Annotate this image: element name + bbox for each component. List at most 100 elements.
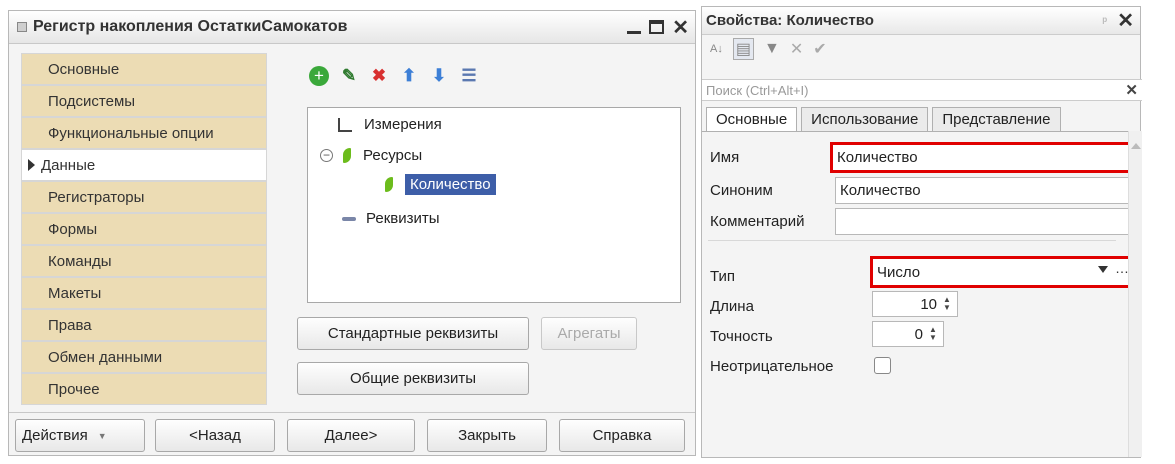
precision-stepper[interactable]: 0 ▲ ▼ (872, 321, 944, 347)
type-select[interactable]: Число … (870, 256, 1137, 288)
cancel-icon[interactable]: ✕ (790, 39, 803, 59)
close-icon[interactable]: ✕ (672, 15, 689, 40)
actions-label: Действия (22, 427, 88, 444)
move-down-icon[interactable]: ⬇ (429, 66, 449, 86)
tree-row-dimensions[interactable]: Измерения (338, 116, 442, 133)
nav-label: Обмен данными (48, 348, 163, 366)
length-label: Длина (710, 298, 754, 315)
search-placeholder: Поиск (Ctrl+Alt+I) (706, 82, 809, 98)
delete-icon[interactable]: ✖ (369, 66, 389, 86)
actions-button[interactable]: Действия ▼ (15, 419, 145, 452)
chevron-down-icon: ▼ (97, 430, 107, 441)
nav-item-data-exchange[interactable]: Обмен данными (21, 341, 267, 373)
common-attributes-button[interactable]: Общие реквизиты (297, 362, 529, 395)
tab-presentation[interactable]: Представление (932, 107, 1061, 131)
nav-item-layouts[interactable]: Макеты (21, 277, 267, 309)
nav-label: Права (48, 316, 92, 334)
comment-field[interactable] (835, 208, 1137, 235)
data-tree: Измерения − Ресурсы Количество Реквизиты (307, 107, 681, 303)
length-stepper[interactable]: 10 ▲ ▼ (872, 291, 958, 317)
tree-row-resources[interactable]: − Ресурсы (320, 147, 422, 164)
nav-item-registrators[interactable]: Регистраторы (21, 181, 267, 213)
nav-label: Команды (48, 252, 112, 270)
nav-item-subsystems[interactable]: Подсистемы (21, 85, 267, 117)
current-arrow-icon (28, 159, 35, 171)
register-window: Регистр накопления ОстаткиСамокатов ✕ Ос… (8, 10, 696, 456)
nav-item-forms[interactable]: Формы (21, 213, 267, 245)
length-value: 10 (920, 295, 937, 313)
tree-label: Измерения (364, 116, 442, 133)
nav-label: Функциональные опции (48, 124, 214, 142)
collapse-icon[interactable]: − (320, 149, 333, 162)
tree-row-quantity[interactable]: Количество (385, 174, 496, 195)
type-label: Тип (710, 268, 736, 285)
clear-search-icon[interactable]: ✕ (1125, 81, 1138, 99)
stepper-icon[interactable]: ▲ ▼ (929, 326, 939, 342)
stepper-icon[interactable]: ▲ ▼ (943, 296, 953, 312)
register-title: Регистр накопления ОстаткиСамокатов (33, 18, 348, 35)
properties-form: Имя Количество Синоним Количество Коммен… (702, 131, 1138, 457)
close-button[interactable]: Закрыть (427, 419, 547, 452)
nav-item-basic[interactable]: Основные (21, 53, 267, 85)
properties-tabs: Основные Использование Представление (706, 107, 1061, 131)
attribute-icon (342, 216, 356, 221)
properties-title: Свойства: Количество (706, 12, 874, 29)
nav-label: Прочее (48, 380, 100, 398)
nonnegative-label: Неотрицательное (710, 358, 834, 375)
properties-window: Свойства: Количество ᵖ ✕ A↓ ▤ ▼ ✕ ✔ Поис… (701, 6, 1142, 458)
tab-usage[interactable]: Использование (801, 107, 929, 131)
nav-label: Подсистемы (48, 92, 136, 110)
search-field[interactable]: Поиск (Ctrl+Alt+I) ✕ (702, 79, 1142, 101)
filter-icon[interactable]: ▼ (764, 40, 780, 58)
window-icon (17, 22, 27, 32)
precision-value: 0 (914, 325, 923, 343)
minimize-icon[interactable] (627, 30, 642, 34)
nav-item-functional-options[interactable]: Функциональные опции (21, 117, 267, 149)
nav-label: Регистраторы (48, 188, 145, 206)
maximize-icon[interactable] (649, 20, 665, 34)
chevron-down-icon[interactable] (1098, 266, 1108, 273)
scrollbar[interactable] (1128, 131, 1142, 457)
comment-label: Комментарий (710, 213, 805, 230)
synonym-field[interactable]: Количество (835, 177, 1137, 204)
pin-icon[interactable]: ᵖ (1103, 14, 1108, 28)
add-icon[interactable]: + (309, 66, 329, 86)
divider (708, 240, 1116, 241)
sort-list-icon[interactable]: ☰ (459, 66, 479, 86)
nav-item-other[interactable]: Прочее (21, 373, 267, 405)
tree-label-selected: Количество (405, 174, 496, 195)
aggregates-button[interactable]: Агрегаты (541, 317, 637, 350)
categorized-icon[interactable]: ▤ (732, 38, 754, 60)
nav-item-commands[interactable]: Команды (21, 245, 267, 277)
bottom-bar: Действия ▼ <Назад Далее> Закрыть Справка (9, 412, 695, 456)
resource-icon (343, 148, 351, 163)
tree-label: Ресурсы (363, 147, 423, 164)
precision-label: Точность (710, 328, 773, 345)
next-button[interactable]: Далее> (287, 419, 415, 452)
help-button[interactable]: Справка (559, 419, 685, 452)
type-value: Число (877, 263, 921, 281)
resource-icon (385, 177, 393, 192)
register-titlebar: Регистр накопления ОстаткиСамокатов ✕ (9, 11, 695, 44)
nav-item-rights[interactable]: Права (21, 309, 267, 341)
nav-label: Данные (41, 156, 96, 174)
tab-basic[interactable]: Основные (706, 107, 798, 131)
name-field[interactable]: Количество (830, 142, 1138, 173)
properties-titlebar: Свойства: Количество ᵖ ✕ (702, 7, 1140, 35)
edit-icon[interactable]: ✎ (339, 66, 359, 86)
back-button[interactable]: <Назад (155, 419, 275, 452)
sort-alpha-icon[interactable]: A↓ (710, 43, 723, 55)
scroll-up-icon[interactable] (1130, 143, 1141, 149)
dimensions-icon (338, 117, 352, 132)
nav-item-data[interactable]: Данные (21, 149, 267, 181)
sidebar-nav: Основные Подсистемы Функциональные опции… (21, 53, 267, 405)
close-icon[interactable]: ✕ (1117, 8, 1134, 33)
tree-label: Реквизиты (366, 210, 440, 227)
check-icon[interactable]: ✔ (813, 39, 826, 59)
nonnegative-checkbox[interactable] (874, 357, 891, 374)
move-up-icon[interactable]: ⬆ (399, 66, 419, 86)
standard-attributes-button[interactable]: Стандартные реквизиты (297, 317, 529, 350)
tree-row-attributes[interactable]: Реквизиты (342, 210, 440, 227)
name-label: Имя (710, 149, 740, 166)
more-icon[interactable]: … (1115, 260, 1129, 276)
